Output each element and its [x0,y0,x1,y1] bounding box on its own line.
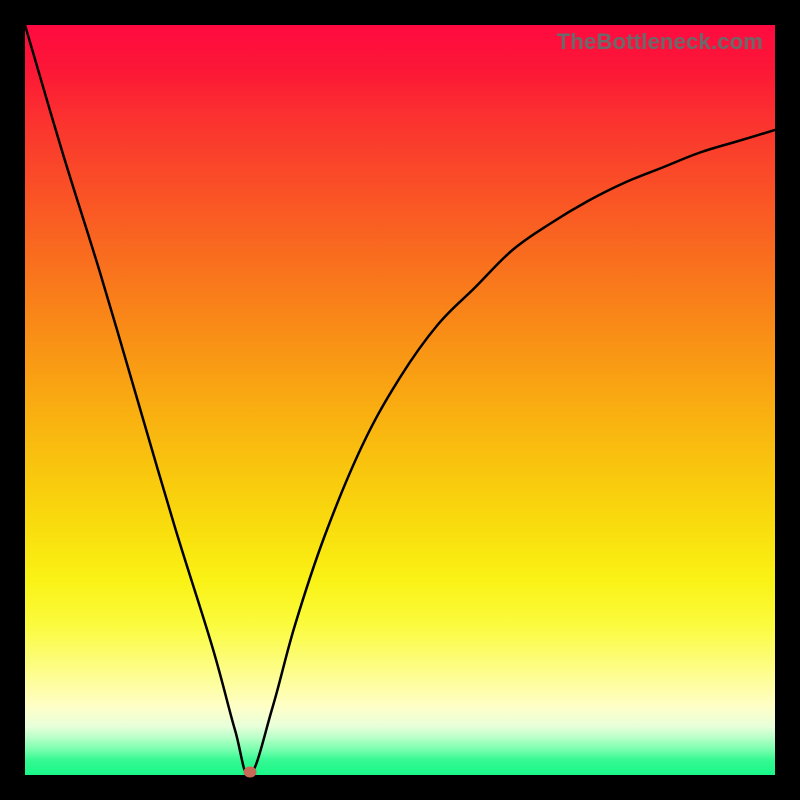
chart-frame: TheBottleneck.com [0,0,800,800]
plot-area: TheBottleneck.com [25,25,775,775]
minimum-marker [244,767,257,778]
bottleneck-curve [25,25,775,775]
